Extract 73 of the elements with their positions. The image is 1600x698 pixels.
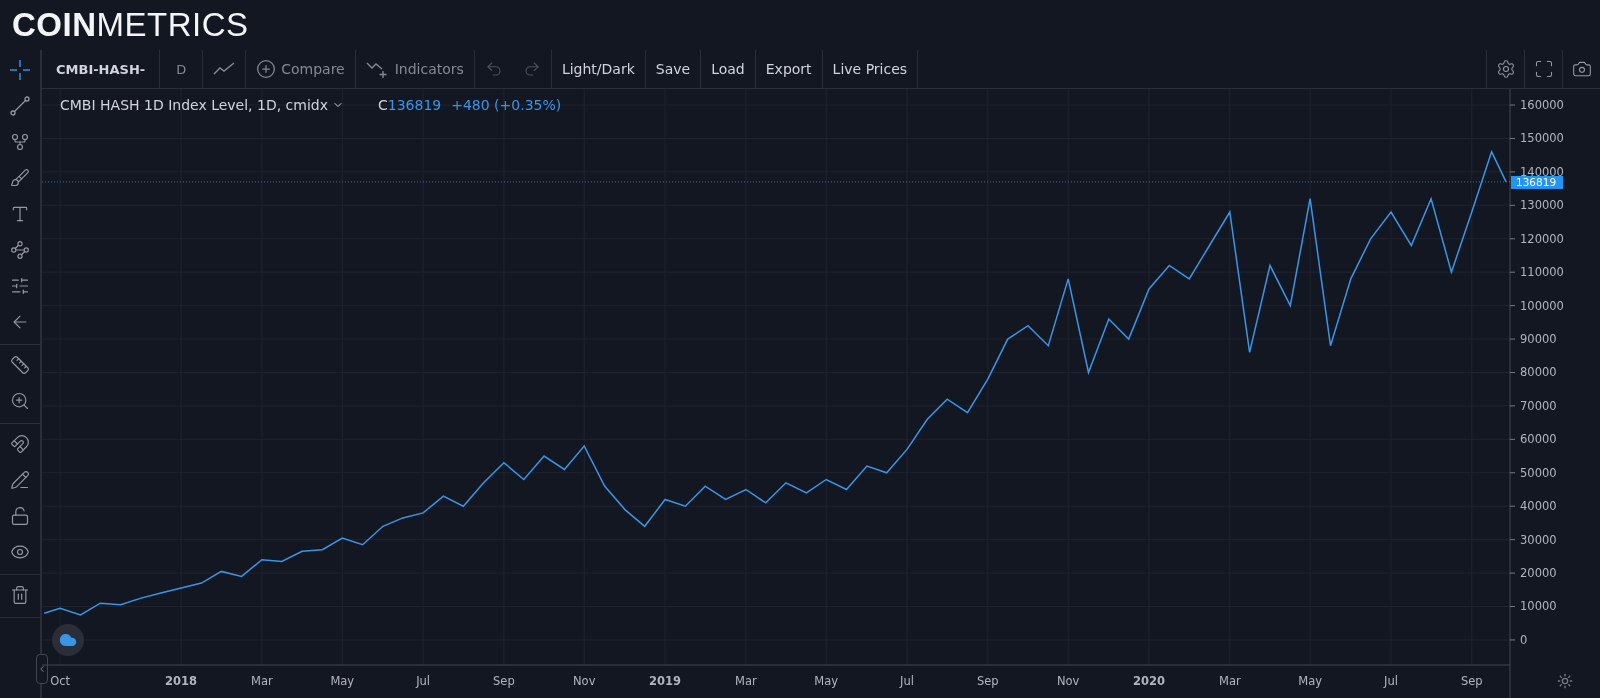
symbol-button[interactable]: CMBI-HASH- — [42, 50, 161, 88]
line-chart-icon — [213, 62, 236, 76]
axis-label: 30000 — [1520, 532, 1557, 547]
nodes-icon — [10, 240, 30, 260]
toolbar-button[interactable]: Load — [701, 50, 756, 88]
cloud-icon — [59, 631, 77, 649]
toolbar-button[interactable]: Save — [645, 50, 702, 88]
axis-label: Jul — [416, 674, 431, 688]
axis-label: Sep — [977, 674, 999, 688]
axis-label: Nov — [573, 674, 596, 688]
axis-label: 60000 — [1520, 432, 1557, 447]
axis-label: Oct — [50, 674, 71, 688]
toolbar-button[interactable]: Light/Dark — [551, 50, 646, 88]
camera-icon — [1571, 59, 1592, 79]
axis-label: 2018 — [165, 674, 198, 688]
axis-label: May — [1298, 674, 1323, 688]
crosshair-icon — [9, 59, 31, 81]
axis-label: Mar — [735, 674, 757, 688]
change-value: +480 (+0.35%) — [451, 97, 562, 113]
magnet-icon — [10, 434, 30, 454]
interval-button[interactable]: D — [160, 50, 204, 88]
ruler-icon — [10, 355, 30, 375]
close-label: C — [378, 97, 388, 113]
axis-label: May — [330, 674, 355, 688]
axis-label: 80000 — [1520, 365, 1557, 380]
trash-icon — [10, 585, 30, 605]
axis-label: 2020 — [1133, 674, 1165, 688]
pencil-icon — [10, 470, 30, 490]
logo-badge[interactable] — [52, 624, 84, 656]
axis-label: 130000 — [1520, 198, 1564, 213]
undo-icon — [484, 60, 503, 78]
toolbar-button[interactable]: Compare — [246, 50, 356, 88]
axis-label: Sep — [493, 674, 515, 688]
axis-label: 110000 — [1520, 265, 1564, 280]
axis-label: Sep — [1460, 674, 1483, 688]
unlock-icon — [10, 506, 30, 526]
logo: COINMETRICS — [12, 6, 249, 44]
axis-label: 150000 — [1520, 131, 1564, 146]
series-title: CMBI HASH 1D Index Level, 1D, cmidx — [60, 97, 328, 113]
price-tag: 136819 — [1511, 175, 1563, 189]
close-value: 136819 — [387, 97, 442, 113]
zoom-in-icon — [10, 391, 30, 411]
toolbar-button[interactable]: Indicators — [355, 50, 475, 88]
plus-circle-icon — [256, 59, 277, 79]
axis-label: 20000 — [1520, 566, 1557, 581]
axis-label: 100000 — [1520, 298, 1564, 313]
axis-label: 40000 — [1520, 499, 1557, 514]
sliders-icon — [10, 276, 30, 296]
axis-label: Jul — [900, 674, 914, 688]
toolbar-button[interactable]: Export — [755, 50, 823, 88]
brush-icon — [10, 168, 30, 188]
axis-label: 120000 — [1520, 231, 1564, 246]
axis-label: 10000 — [1520, 599, 1557, 614]
line-icon — [9, 95, 31, 117]
axis-label: 160000 — [1520, 98, 1564, 113]
text-icon — [10, 204, 30, 224]
redo-icon — [522, 60, 541, 78]
chevron-left-icon — [37, 664, 47, 674]
axis-label: Jul — [1384, 674, 1398, 688]
toolbar-button[interactable]: Live Prices — [822, 50, 919, 88]
sun-icon[interactable] — [1557, 673, 1573, 689]
axis-label: May — [814, 674, 839, 688]
fullscreen-icon — [1533, 59, 1554, 79]
axis-label: 0 — [1520, 632, 1528, 647]
fork-icon — [10, 132, 30, 152]
axis-label: Mar — [1218, 674, 1241, 688]
axis-label: 70000 — [1520, 398, 1557, 413]
settings-icon — [1495, 59, 1516, 79]
axis-label: 50000 — [1520, 465, 1557, 480]
axis-label: 90000 — [1520, 332, 1557, 347]
axis-label: Nov — [1056, 674, 1080, 688]
axis-label: 2019 — [649, 674, 682, 688]
axis-label: Mar — [251, 674, 273, 688]
